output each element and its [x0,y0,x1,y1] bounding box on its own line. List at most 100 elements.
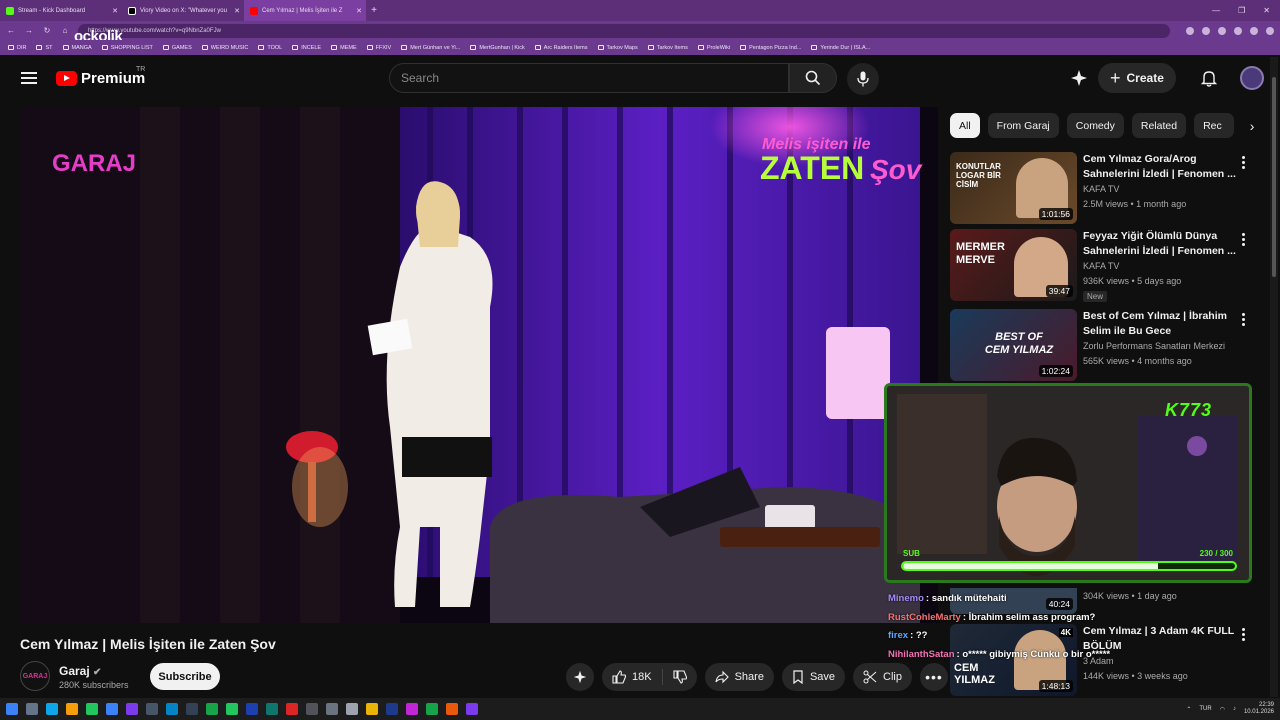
channel-name[interactable]: Garaj ✔ [59,664,101,678]
taskbar-app-icon[interactable] [466,703,478,715]
chip-recently-uploaded[interactable]: Rec [1194,113,1235,138]
maximize-icon[interactable]: ❐ [1238,6,1245,15]
new-tab-button[interactable]: + [366,5,382,16]
browser-tab-kick[interactable]: Stream - Kick Dashboard ✕ [0,0,122,21]
extension-icon[interactable] [1218,26,1226,35]
taskbar-app-icon[interactable] [206,703,218,715]
taskbar-app-icon[interactable] [46,703,58,715]
language-indicator[interactable]: TUR [1199,706,1211,712]
channel-name[interactable]: KAFA TV [1083,184,1119,194]
more-options-icon[interactable] [1242,628,1246,641]
taskbar-app-icon[interactable] [26,703,38,715]
share-button[interactable]: Share [704,663,774,691]
save-button[interactable]: Save [781,663,846,691]
subscribe-button[interactable]: Subscribe [150,663,220,690]
recommendation-item[interactable]: MERMER MERVE 39:47 Feyyaz Yiğit Ölümlü D… [950,229,1260,302]
home-icon[interactable]: ⌂ [60,26,70,35]
bookmark-item[interactable]: TOOL [258,45,282,51]
channel-avatar[interactable]: GARAJ [20,661,50,691]
taskbar-app-icon[interactable] [266,703,278,715]
wifi-icon[interactable]: ◠ [1220,706,1225,713]
dislike-button[interactable] [663,663,697,691]
bookmark-item[interactable]: Pentagon Pizza Ind... [740,45,801,51]
search-button[interactable] [789,63,837,93]
taskbar-app-icon[interactable] [226,703,238,715]
video-thumbnail[interactable]: KONUTLAR LOGAR BİR CİSİM 1:01:56 [950,152,1077,224]
video-player[interactable]: GARAJ Melis işiten ile ZATEN Şov [20,107,938,623]
taskbar-app-icon[interactable] [306,703,318,715]
taskbar-app-icon[interactable] [186,703,198,715]
video-title[interactable]: Cem Yılmaz Gora/Arog Sahnelerini İzledi … [1083,152,1243,182]
ai-sparkle-icon[interactable] [1070,69,1088,87]
bookmark-item[interactable]: Mert Günhan ve Yi... [401,45,460,51]
taskbar-app-icon[interactable] [246,703,258,715]
recommendation-item[interactable]: BEST OF CEM YILMAZ 1:02:24 Best of Cem Y… [950,309,1260,381]
create-button[interactable]: + Create [1098,63,1176,93]
bookmark-item[interactable]: WEIRD MUSIC [201,45,248,51]
clip-button[interactable]: Clip [853,663,912,691]
chip-related[interactable]: Related [1131,113,1187,138]
taskbar-app-icon[interactable] [146,703,158,715]
bookmark-item[interactable]: ProleWiki [697,45,730,51]
video-title[interactable]: Best of Cem Yılmaz | İbrahim Selim ile B… [1083,309,1243,339]
more-options-icon[interactable] [1242,156,1246,169]
more-actions-button[interactable]: ••• [919,663,948,691]
bookmark-item[interactable]: Arc Raiders Items [534,45,588,51]
more-options-icon[interactable] [1242,233,1246,246]
bookmark-item[interactable]: Tarkov Items [647,45,688,51]
forward-icon[interactable]: → [24,26,34,35]
browser-tab-youtube[interactable]: Cem Yılmaz | Melis İşiten ile Z ✕ [244,0,366,21]
extension-icon[interactable] [1234,26,1242,35]
taskbar-app-icon[interactable] [166,703,178,715]
reload-icon[interactable]: ↻ [42,26,52,35]
profile-icon[interactable] [1250,26,1258,35]
taskbar-app-icon[interactable] [66,703,78,715]
menu-icon[interactable] [1266,26,1274,35]
hamburger-menu-icon[interactable] [21,72,37,84]
url-field[interactable]: https://www.youtube.com/watch?v=q9NbnZa0… [78,23,1170,38]
bookmark-item[interactable]: MANGA [62,45,92,51]
taskbar-app-icon[interactable] [446,703,458,715]
taskbar-app-icon[interactable] [326,703,338,715]
close-icon[interactable]: ✕ [234,7,240,15]
channel-name[interactable]: KAFA TV [1083,261,1119,271]
taskbar-app-icon[interactable] [366,703,378,715]
taskbar-app-icon[interactable] [406,703,418,715]
bookmark-item[interactable]: ST [36,45,53,51]
chevron-right-icon[interactable]: › [1242,118,1262,134]
close-icon[interactable]: ✕ [112,7,118,15]
youtube-premium-logo[interactable]: Premium TR [56,66,145,87]
chip-all[interactable]: All [950,113,980,138]
bookmark-item[interactable]: MertGunhan | Kick [470,45,525,51]
close-window-icon[interactable]: ✕ [1263,6,1270,15]
ask-ai-button[interactable] [566,663,594,691]
recommendation-item[interactable]: KONUTLAR LOGAR BİR CİSİM 1:01:56 Cem Yıl… [950,152,1260,224]
chip-comedy[interactable]: Comedy [1066,113,1124,138]
close-icon[interactable]: ✕ [356,7,362,15]
taskbar-app-icon[interactable] [386,703,398,715]
back-icon[interactable]: ← [6,26,16,35]
chevron-up-icon[interactable]: ⌃ [1186,706,1191,713]
video-thumbnail[interactable]: MERMER MERVE 39:47 [950,229,1077,301]
windows-start-icon[interactable] [6,703,18,715]
taskbar-app-icon[interactable] [106,703,118,715]
taskbar-app-icon[interactable] [86,703,98,715]
taskbar-app-icon[interactable] [126,703,138,715]
bookmark-item[interactable]: MEME [331,45,357,51]
notifications-bell-icon[interactable] [1200,69,1218,87]
page-scrollbar[interactable] [1270,57,1278,697]
bookmark-item[interactable]: GAMES [162,45,192,51]
taskbar-app-icon[interactable] [346,703,358,715]
video-thumbnail[interactable]: BEST OF CEM YILMAZ 1:02:24 [950,309,1077,381]
bookmark-item[interactable]: SHOPPING LIST [101,45,153,51]
more-options-icon[interactable] [1242,313,1246,326]
bookmark-item[interactable]: FFXIV [366,45,391,51]
bookmark-item[interactable]: Yerinde Dur | ISLA... [811,45,870,51]
video-title[interactable]: Feyyaz Yiğit Ölümlü Dünya Sahnelerini İz… [1083,229,1243,259]
taskbar-app-icon[interactable] [286,703,298,715]
system-clock[interactable]: 22:39 10.01.2026 [1244,702,1274,716]
channel-name[interactable]: Zorlu Performans Sanatları Merkezi [1083,341,1225,351]
voice-search-button[interactable] [847,63,879,95]
star-icon[interactable] [1186,26,1194,35]
browser-tab-x[interactable]: Viory Video on X: "Whatever you ✕ [122,0,244,21]
